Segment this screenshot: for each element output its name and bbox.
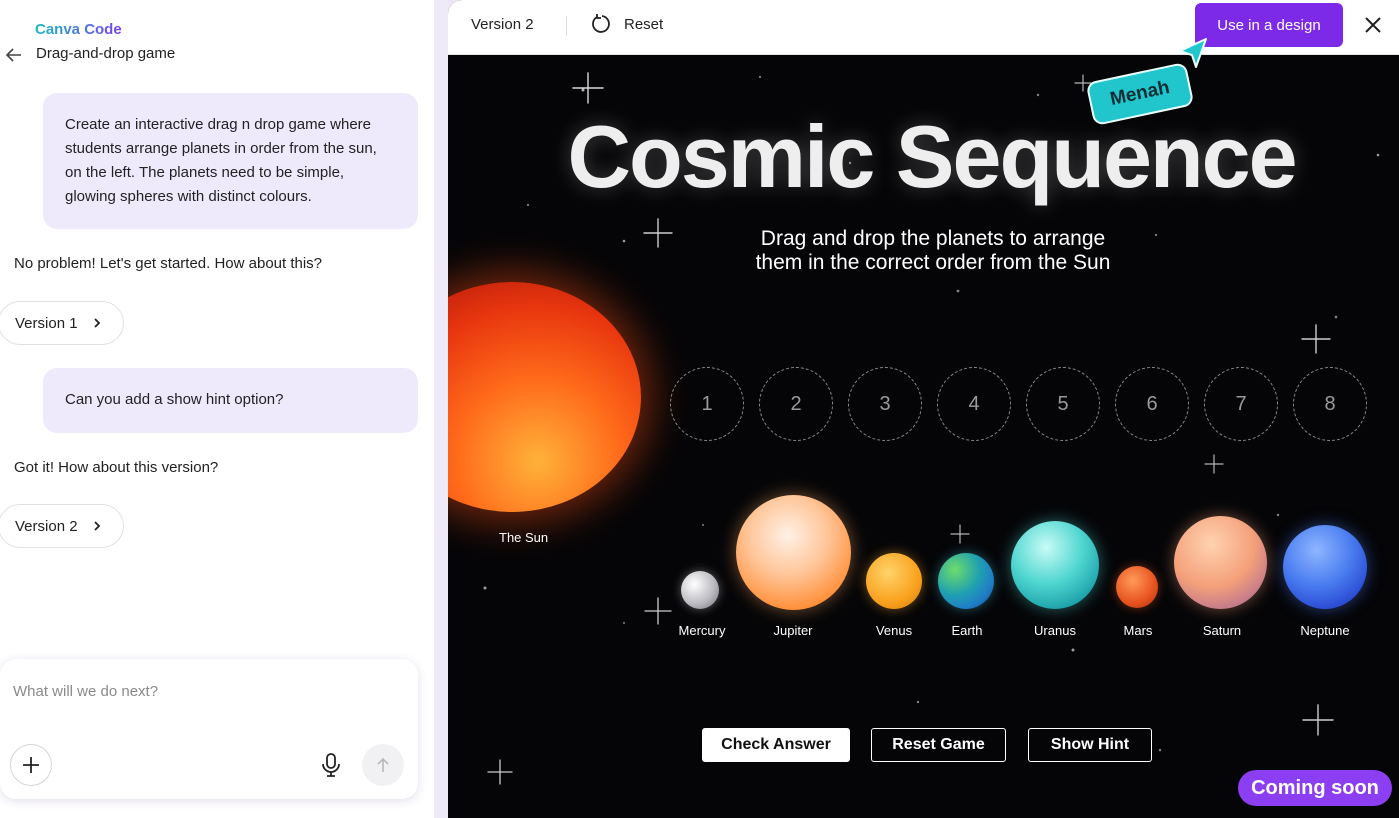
chat-panel: Canva Code Drag-and-drop game Create an … [0,0,434,818]
microphone-icon[interactable] [320,752,342,778]
close-icon[interactable] [1363,15,1383,35]
show-hint-button[interactable]: Show Hint [1028,728,1152,762]
preview-panel: Version 2 Reset Use in a design Cosmic S… [448,0,1399,818]
message-composer [0,659,418,799]
project-title: Drag-and-drop game [36,45,176,62]
coming-soon-badge: Coming soon [1238,770,1392,806]
plus-icon [23,757,39,773]
drop-slot[interactable]: 2 [759,367,833,441]
user-message: Create an interactive drag n drop game w… [43,93,418,229]
reset-button[interactable]: Reset [624,16,663,33]
arrow-up-icon [377,757,389,772]
version-label: Version 2 [15,517,78,535]
game-subtitle: Drag and drop the planets to arrange the… [683,227,1183,275]
planet-label: Jupiter [773,623,813,638]
planet-jupiter[interactable] [736,495,851,610]
planet-label: Saturn [1202,623,1242,638]
drop-slot[interactable]: 7 [1204,367,1278,441]
chevron-right-icon [94,521,101,531]
drop-slot[interactable]: 5 [1026,367,1100,441]
planet-earth[interactable] [938,553,994,609]
reset-game-button[interactable]: Reset Game [871,728,1006,762]
planet-saturn[interactable] [1174,516,1267,609]
game-title: Cosmic Sequence [567,107,1297,206]
assistant-message: No problem! Let's get started. How about… [14,255,323,272]
panel-divider [434,0,448,818]
drop-slot[interactable]: 3 [848,367,922,441]
send-button[interactable] [362,744,404,786]
planet-venus[interactable] [866,553,922,609]
version-dropdown[interactable]: Version 2 [471,16,534,33]
drop-slot[interactable]: 8 [1293,367,1367,441]
subtitle-line: Drag and drop the planets to arrange [760,227,1106,250]
planet-mercury[interactable] [681,571,719,609]
version-1-button[interactable]: Version 1 [0,301,124,345]
chevron-right-icon [94,318,101,328]
planet-uranus[interactable] [1011,521,1099,609]
planet-label: Neptune [1300,623,1350,638]
use-in-design-button[interactable]: Use in a design [1195,3,1343,47]
drop-slot[interactable]: 6 [1115,367,1189,441]
check-answer-button[interactable]: Check Answer [702,728,850,762]
assistant-message: Got it! How about this version? [14,459,219,476]
planet-mars[interactable] [1116,566,1158,608]
add-button[interactable] [10,744,52,786]
brand-title: Canva Code [35,21,122,38]
planet-label: Earth [951,623,983,638]
version-label: Version 1 [15,314,78,332]
reset-icon[interactable] [591,13,613,35]
version-2-button[interactable]: Version 2 [0,504,124,548]
user-message: Can you add a show hint option? [43,368,418,433]
subtitle-line: them in the correct order from the Sun [755,251,1111,274]
planet-neptune[interactable] [1283,525,1367,609]
preview-toolbar: Version 2 Reset Use in a design [448,0,1399,55]
drop-slot[interactable]: 1 [670,367,744,441]
sun-label: The Sun [499,530,549,545]
prompt-input[interactable] [13,683,393,700]
planet-label: Mercury [678,623,726,638]
drop-slot[interactable]: 4 [937,367,1011,441]
back-arrow-icon[interactable] [5,46,23,64]
divider [566,16,567,36]
